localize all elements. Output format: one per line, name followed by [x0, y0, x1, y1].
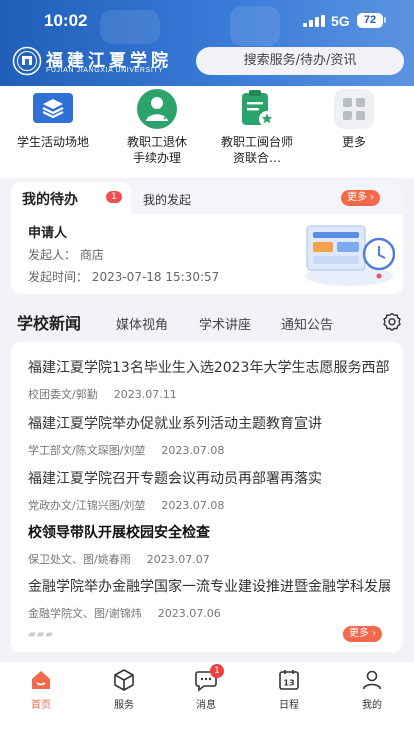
nav-label: 首页	[31, 700, 51, 711]
network-type: 5G	[331, 13, 350, 29]
nav-label: 消息	[196, 700, 216, 711]
cube-icon	[112, 668, 136, 692]
nav-home[interactable]: 首页	[11, 668, 71, 711]
nav-schedule[interactable]: 13 日程	[259, 668, 319, 711]
news-headline: 校领导带队开展校园安全检查	[28, 525, 210, 541]
chevron-right-icon: ›	[367, 192, 375, 203]
news-source: 校团委文/郭勤	[28, 388, 98, 401]
todo-item-time: 发起时间： 2023-07-18 15:30:57	[28, 270, 220, 284]
battery-icon: 72	[357, 13, 383, 28]
more-label: 更多	[347, 192, 367, 203]
news-date: 2023.07.06	[157, 607, 221, 620]
message-badge: 1	[210, 664, 224, 678]
gear-icon[interactable]	[382, 312, 402, 332]
news-source: 学工部文/陈文琛图/刘堃	[28, 444, 146, 457]
news-meta: 金融学院文、图/谢锦炜 2023.07.06	[28, 605, 403, 621]
tab-label: 我的待办	[22, 192, 78, 208]
nav-profile[interactable]: 我的	[342, 668, 402, 711]
person-icon	[360, 668, 384, 692]
status-time: 10:02	[44, 11, 88, 30]
nav-label: 我的	[362, 700, 382, 711]
calendar-day: 13	[283, 679, 294, 688]
tab-media[interactable]: 媒体视角	[116, 314, 168, 333]
school-logo: 福建江夏学院 FUJIAN JIANGXIA UNIVERSITY	[12, 44, 182, 80]
news-list: 福建江夏学院13名毕业生入选2023年大学生志愿服务西部计划 校团委文/郭勤 20…	[11, 342, 403, 652]
quick-action-label: 教职工闽台师资联合…	[220, 135, 293, 165]
clipboard-star-icon	[242, 90, 275, 127]
nav-services[interactable]: 服务	[94, 668, 154, 711]
signal-icon	[303, 15, 325, 27]
tab-my-initiated[interactable]: 我的发起	[143, 191, 191, 208]
nav-messages[interactable]: 1 消息	[176, 664, 236, 711]
app-header: 10:02 5G 72 福建江夏学院 FUJIAN JIANGXIA UNIVE…	[0, 0, 414, 88]
news-date: 2023.07.08	[161, 499, 225, 512]
school-name-en: FUJIAN JIANGXIA UNIVERSITY	[46, 67, 164, 74]
todo-tabs: 我的待办 1 我的发起 更多 ›	[11, 182, 403, 214]
news-headline: 福建江夏学院召开专题会议再动员再部署再落实	[28, 471, 322, 487]
quick-action-label: 学生活动场地	[16, 135, 89, 149]
search-input[interactable]: 搜索服务/待办/资讯	[196, 47, 404, 75]
layers-icon	[33, 93, 73, 123]
news-item[interactable]: 金融学院举办金融学国家一流专业建设推进暨金融学科发展研讨会 金融学院文、图/谢锦…	[28, 576, 403, 621]
quick-actions: 学生活动场地 教职工退休手续办理 教职工闽台师资联合… 更多	[0, 86, 414, 178]
nav-label: 日程	[279, 700, 299, 711]
news-header: 学校新闻 媒体视角 学术讲座 通知公告	[0, 306, 414, 336]
nav-label: 服务	[114, 700, 134, 711]
status-bar: 10:02 5G 72	[0, 0, 414, 44]
retiree-icon	[137, 89, 177, 129]
news-item[interactable]: 福建江夏学院召开专题会议再动员再部署再落实 党政办文/江锦兴图/刘堃 2023.0…	[28, 468, 403, 513]
news-section-title[interactable]: 学校新闻	[17, 310, 81, 334]
calendar-icon: 13	[277, 668, 301, 692]
battery-tip	[384, 17, 386, 23]
news-source: 保卫处文、图/姚春雨	[28, 553, 131, 566]
news-date: 2023.07.08	[161, 444, 225, 457]
todo-illustration-icon	[305, 225, 395, 286]
todo-more-button[interactable]: 更多 ›	[341, 190, 381, 206]
news-meta: 校团委文/郭勤 2023.07.11	[28, 386, 403, 402]
news-headline: 金融学院举办金融学国家一流专业建设推进暨金融学科发展研讨会	[28, 579, 390, 595]
news-item[interactable]: 福建江夏学院举办促就业系列活动主题教育宣讲 学工部文/陈文琛图/刘堃 2023.0…	[28, 413, 403, 458]
news-item[interactable]: 校领导带队开展校园安全检查 保卫处文、图/姚春雨 2023.07.07	[28, 522, 403, 567]
pagination-dots: ▰▰▰	[28, 629, 55, 640]
todo-count-badge: 1	[106, 191, 122, 203]
news-item[interactable]: 福建江夏学院13名毕业生入选2023年大学生志愿服务西部计划 校团委文/郭勤 20…	[28, 357, 403, 402]
todo-item-title[interactable]: 申请人	[28, 222, 67, 241]
todo-item-initiator: 发起人： 商店	[28, 248, 104, 262]
news-meta: 学工部文/陈文琛图/刘堃 2023.07.08	[28, 442, 403, 458]
todo-card: 我的待办 1 我的发起 更多 › 申请人 发起人： 商店 发起时间： 2023-…	[11, 182, 403, 294]
message-icon: 1	[194, 664, 224, 692]
home-icon	[29, 668, 53, 692]
bottom-nav: 首页 服务 1 消息 13 日程 我的	[0, 661, 414, 736]
grid-icon	[334, 89, 374, 129]
news-date: 2023.07.11	[113, 388, 177, 401]
school-emblem-icon	[12, 46, 42, 76]
news-meta: 保卫处文、图/姚春雨 2023.07.07	[28, 551, 403, 567]
news-source: 金融学院文、图/谢锦炜	[28, 607, 142, 620]
news-meta: 党政办文/江锦兴图/刘堃 2023.07.08	[28, 497, 403, 513]
more-label: 更多	[349, 628, 369, 639]
chevron-right-icon: ›	[369, 628, 377, 639]
news-source: 党政办文/江锦兴图/刘堃	[28, 499, 146, 512]
tab-lectures[interactable]: 学术讲座	[199, 314, 251, 333]
quick-action-label: 更多	[341, 135, 366, 149]
quick-action-label: 教职工退休手续办理	[126, 135, 187, 165]
tab-notices[interactable]: 通知公告	[281, 314, 333, 333]
news-headline: 福建江夏学院举办促就业系列活动主题教育宣讲	[28, 416, 322, 432]
news-headline: 福建江夏学院13名毕业生入选2023年大学生志愿服务西部计划	[28, 360, 390, 376]
news-more-button[interactable]: 更多 ›	[343, 626, 383, 642]
news-date: 2023.07.07	[146, 553, 210, 566]
